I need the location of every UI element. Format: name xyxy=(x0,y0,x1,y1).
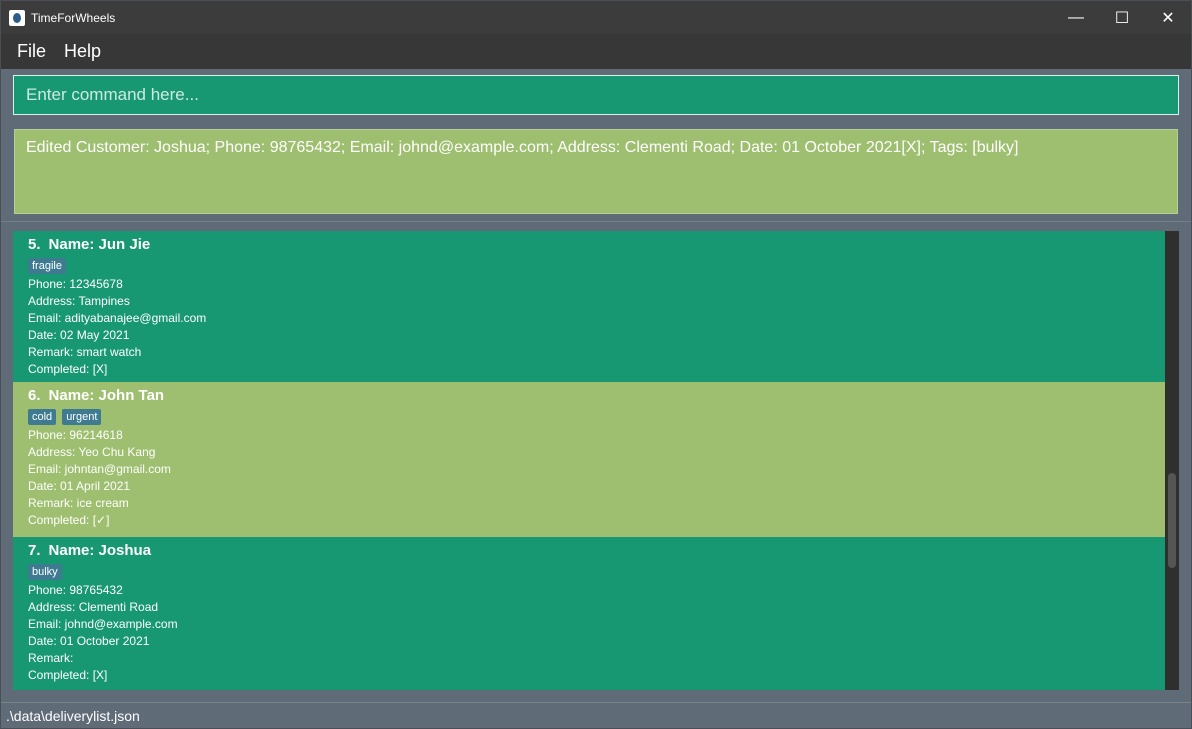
customer-title: 6. Name: John Tan xyxy=(28,386,1150,405)
divider xyxy=(1,221,1191,222)
customer-completed: Completed: [X] xyxy=(28,668,108,682)
status-bar: .\data\deliverylist.json xyxy=(1,702,1191,728)
customer-date: Date: 02 May 2021 xyxy=(28,328,130,342)
customer-date: Date: 01 October 2021 xyxy=(28,634,150,648)
customer-title: 7. Name: Joshua xyxy=(28,541,1150,560)
tag: urgent xyxy=(62,409,102,425)
customer-list[interactable]: 5. Name: Jun Jie fragile Phone: 12345678 … xyxy=(13,231,1165,690)
result-text: Edited Customer: Joshua; Phone: 98765432… xyxy=(26,139,1019,156)
customer-email: Email: adityabanajee@gmail.com xyxy=(28,311,207,325)
customer-address: Address: Tampines xyxy=(28,294,130,308)
tag-list: cold urgent xyxy=(28,409,1150,425)
customer-index: 5. xyxy=(28,236,41,253)
tag: cold xyxy=(28,409,57,425)
customer-completed: Completed: [X] xyxy=(28,362,108,376)
close-button[interactable]: ✕ xyxy=(1145,1,1191,34)
customer-remark: Remark: xyxy=(28,651,74,665)
save-location: .\data\deliverylist.json xyxy=(6,708,140,724)
customer-title: 5. Name: Jun Jie xyxy=(28,235,1150,254)
command-box xyxy=(13,75,1179,115)
customer-completed: Completed: [✓] xyxy=(28,513,110,527)
customer-phone: Phone: 12345678 xyxy=(28,277,123,291)
command-input[interactable] xyxy=(14,76,1178,114)
customer-phone: Phone: 96214618 xyxy=(28,428,123,442)
app-logo-icon xyxy=(9,9,25,26)
menu-bar: File Help xyxy=(1,34,1191,69)
customer-remark: Remark: smart watch xyxy=(28,345,142,359)
maximize-button[interactable]: ☐ xyxy=(1099,1,1145,34)
customer-card[interactable]: 6. Name: John Tan cold urgent Phone: 9621… xyxy=(13,382,1165,537)
customer-card[interactable]: 5. Name: Jun Jie fragile Phone: 12345678 … xyxy=(13,231,1165,382)
title-bar[interactable]: TimeForWheels — ☐ ✕ xyxy=(1,1,1191,34)
customer-address: Address: Clementi Road xyxy=(28,600,159,614)
customer-remark: Remark: ice cream xyxy=(28,496,129,510)
window-title: TimeForWheels xyxy=(31,10,116,25)
customer-email: Email: johnd@example.com xyxy=(28,617,178,631)
customer-index: 7. xyxy=(28,542,41,559)
scrollbar-thumb[interactable] xyxy=(1168,473,1176,568)
customer-card[interactable]: 7. Name: Joshua bulky Phone: 98765432 Add… xyxy=(13,537,1165,690)
result-display: Edited Customer: Joshua; Phone: 98765432… xyxy=(14,129,1178,214)
customer-name: Name: Joshua xyxy=(48,542,152,559)
tag-list: fragile xyxy=(28,258,1150,274)
menu-help[interactable]: Help xyxy=(56,41,109,62)
customer-date: Date: 01 April 2021 xyxy=(28,479,131,493)
list-scrollbar[interactable] xyxy=(1165,231,1179,690)
customer-name: Name: Jun Jie xyxy=(48,236,151,253)
app-window: TimeForWheels — ☐ ✕ File Help Edited Cus… xyxy=(0,0,1192,729)
minimize-button[interactable]: — xyxy=(1053,1,1099,34)
window-controls: — ☐ ✕ xyxy=(1053,1,1191,34)
customer-phone: Phone: 98765432 xyxy=(28,583,123,597)
customer-name: Name: John Tan xyxy=(48,387,165,404)
customer-email: Email: johntan@gmail.com xyxy=(28,462,171,476)
tag: bulky xyxy=(28,564,62,580)
menu-file[interactable]: File xyxy=(9,41,54,62)
tag-list: bulky xyxy=(28,564,1150,580)
customer-index: 6. xyxy=(28,387,41,404)
tag: fragile xyxy=(28,258,66,274)
customer-address: Address: Yeo Chu Kang xyxy=(28,445,156,459)
